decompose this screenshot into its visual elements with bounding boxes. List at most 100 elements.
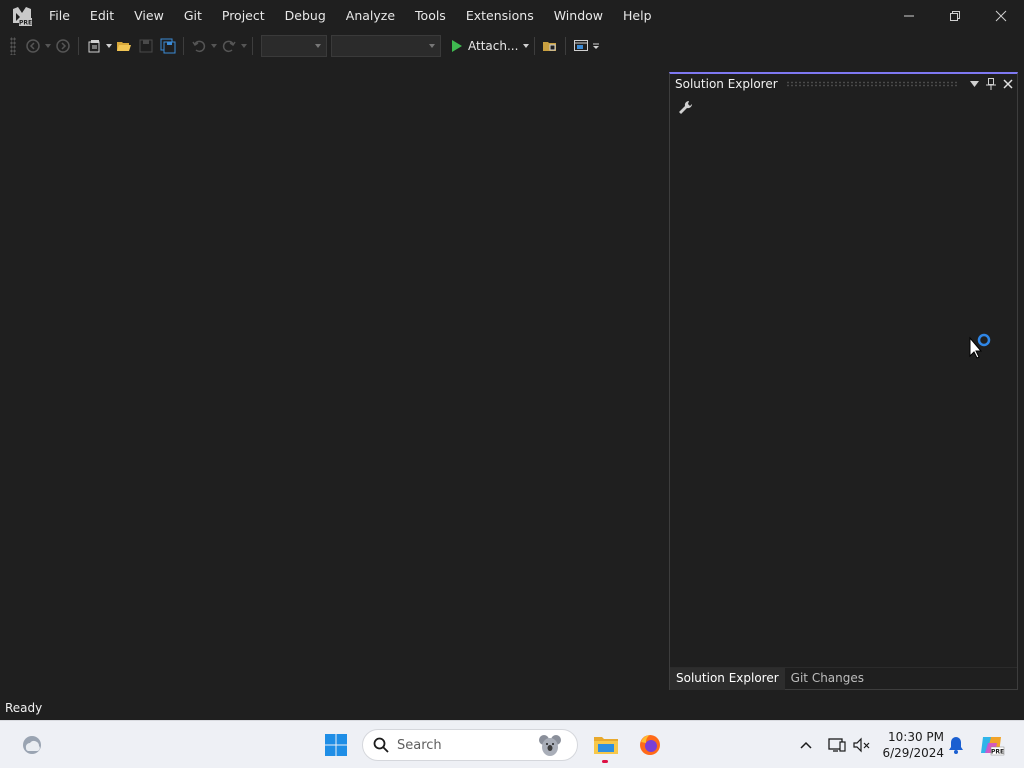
taskbar-clock[interactable]: 10:30 PM 6/29/2024 <box>880 729 944 761</box>
editor-area <box>0 62 666 696</box>
close-icon <box>995 10 1007 22</box>
window-position-button[interactable] <box>966 76 982 92</box>
save-all-icon <box>160 38 176 54</box>
copilot-button[interactable]: PRE <box>976 729 1008 761</box>
navigate-forward-button[interactable] <box>52 35 74 57</box>
chevron-down-icon <box>241 44 247 48</box>
menu-window[interactable]: Window <box>544 0 613 32</box>
tab-solution-explorer[interactable]: Solution Explorer <box>670 668 785 690</box>
back-arrow-icon <box>26 39 40 53</box>
speaker-muted-icon <box>853 737 870 753</box>
undo-icon <box>192 40 206 53</box>
chevron-up-icon <box>800 741 812 749</box>
busy-cursor-icon <box>968 332 994 363</box>
folder-open-icon <box>117 42 131 51</box>
panel-drag-grip[interactable] <box>785 81 958 87</box>
menu-extensions[interactable]: Extensions <box>456 0 544 32</box>
firefox-icon <box>640 735 660 755</box>
menu-bar: File Edit View Git Project Debug Analyze… <box>39 0 662 32</box>
new-project-dropdown[interactable] <box>105 35 113 57</box>
windows-taskbar: Search 10:30 PM 6/29/2024 PRE <box>0 720 1024 768</box>
close-panel-button[interactable] <box>1000 76 1016 92</box>
search-highlight-koala-icon <box>539 735 561 756</box>
search-icon <box>373 737 389 753</box>
menu-tools[interactable]: Tools <box>405 0 456 32</box>
menu-edit[interactable]: Edit <box>80 0 124 32</box>
toolbar-separator <box>534 37 536 55</box>
attach-dropdown[interactable] <box>522 35 530 57</box>
title-bar: PRE File Edit View Git Project Debug Ana… <box>0 0 1024 32</box>
properties-button[interactable] <box>678 100 694 119</box>
solution-folder-button[interactable] <box>539 35 561 57</box>
navigate-back-dropdown[interactable] <box>44 35 52 57</box>
file-explorer-icon <box>594 737 618 754</box>
play-icon <box>452 40 462 52</box>
menu-file[interactable]: File <box>39 0 80 32</box>
visual-studio-logo-icon: PRE <box>11 5 33 27</box>
toolbar-grip[interactable] <box>10 37 16 55</box>
toolbar-separator <box>183 37 184 55</box>
menu-analyze[interactable]: Analyze <box>336 0 405 32</box>
svg-text:PRE: PRE <box>19 20 32 27</box>
menu-help[interactable]: Help <box>613 0 662 32</box>
close-button[interactable] <box>978 0 1024 32</box>
chevron-down-icon <box>523 44 530 48</box>
solution-configurations-combo[interactable] <box>261 35 327 57</box>
save-all-button[interactable] <box>157 35 179 57</box>
attach-label: Attach... <box>468 39 519 53</box>
close-icon <box>1003 79 1013 89</box>
solution-explorer-title: Solution Explorer <box>675 77 778 91</box>
minimize-icon <box>904 15 914 17</box>
status-bar: Ready <box>0 697 1024 719</box>
clock-date: 6/29/2024 <box>882 746 944 760</box>
menu-debug[interactable]: Debug <box>275 0 336 32</box>
undo-button[interactable] <box>188 35 210 57</box>
search-label: Search <box>397 737 442 753</box>
clock-time: 10:30 PM <box>888 730 944 744</box>
solution-explorer-header: Solution Explorer <box>670 74 1017 94</box>
navigate-back-button[interactable] <box>22 35 44 57</box>
weather-widget-button[interactable] <box>16 729 48 761</box>
firefox-taskbar-button[interactable] <box>634 729 666 761</box>
forward-arrow-icon <box>56 39 70 53</box>
solution-explorer-panel: Solution Explorer Solution Explorer Git … <box>669 72 1018 690</box>
menu-view[interactable]: View <box>124 0 174 32</box>
open-file-button[interactable] <box>113 35 135 57</box>
sound-status-button[interactable] <box>846 729 878 761</box>
save-icon <box>139 39 153 53</box>
redo-dropdown[interactable] <box>240 35 248 57</box>
undo-dropdown[interactable] <box>210 35 218 57</box>
copilot-pre-icon: PRE <box>981 737 1005 756</box>
chevron-down-icon <box>969 81 979 87</box>
toolbar-separator <box>565 37 567 55</box>
attach-button[interactable]: Attach... <box>447 35 522 57</box>
menu-git[interactable]: Git <box>174 0 212 32</box>
toolbar-options-dropdown[interactable] <box>592 35 600 57</box>
solution-explorer-tabs: Solution Explorer Git Changes <box>670 667 1017 690</box>
window-layout-icon <box>574 40 589 51</box>
solution-platforms-combo[interactable] <box>331 35 441 57</box>
restore-button[interactable] <box>932 0 978 32</box>
menu-project[interactable]: Project <box>212 0 275 32</box>
save-button[interactable] <box>135 35 157 57</box>
bell-icon <box>949 737 963 754</box>
auto-hide-button[interactable] <box>983 76 999 92</box>
file-explorer-taskbar-button[interactable] <box>590 729 622 761</box>
redo-icon <box>222 40 236 53</box>
taskbar-search-box[interactable]: Search <box>362 729 578 761</box>
chevron-down-icon <box>315 44 321 48</box>
notification-center-button[interactable] <box>940 729 972 761</box>
wrench-icon <box>679 100 693 114</box>
window-layout-button[interactable] <box>570 35 592 57</box>
new-project-button[interactable] <box>83 35 105 57</box>
folder-search-icon <box>543 42 557 51</box>
redo-button[interactable] <box>218 35 240 57</box>
show-hidden-icons-button[interactable] <box>790 729 822 761</box>
network-icon <box>828 738 846 752</box>
chevron-down-icon <box>429 44 435 48</box>
windows-logo-icon <box>325 734 347 756</box>
toolbar-separator <box>252 37 253 55</box>
start-button[interactable] <box>320 729 352 761</box>
tab-git-changes[interactable]: Git Changes <box>785 668 870 690</box>
minimize-button[interactable] <box>886 0 932 32</box>
